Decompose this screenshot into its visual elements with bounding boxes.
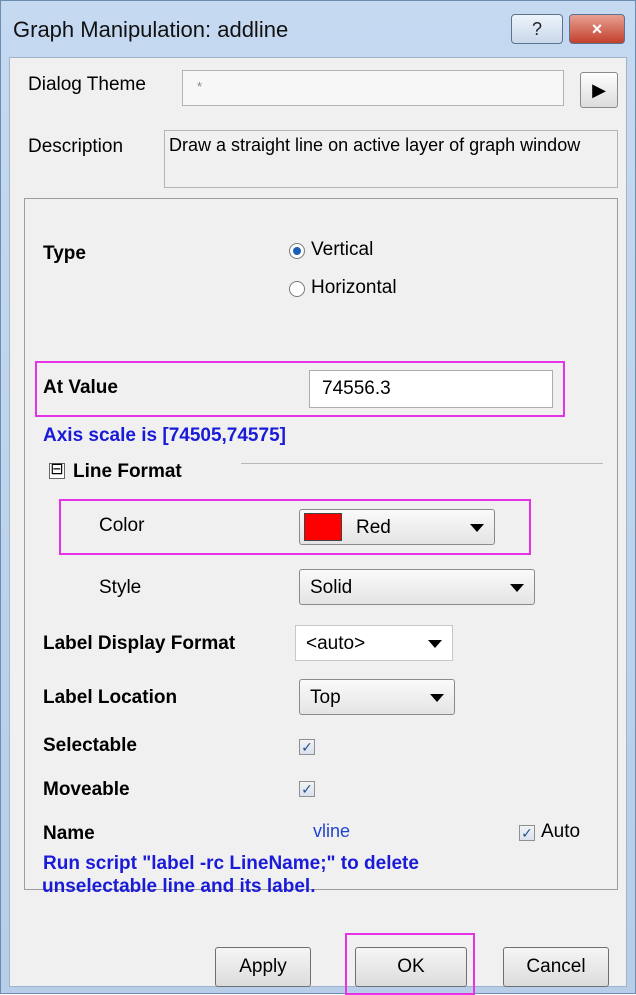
type-label: Type (43, 243, 86, 264)
chevron-down-icon (428, 640, 442, 648)
play-arrow-icon: ▶ (592, 79, 606, 100)
label-location-dropdown[interactable]: Top (299, 679, 455, 715)
name-value[interactable]: vline (313, 821, 350, 842)
apply-button[interactable]: Apply (215, 947, 311, 987)
title-bar[interactable]: Graph Manipulation: addline ? × (1, 1, 635, 63)
dialog-window: Graph Manipulation: addline ? × Dialog T… (0, 0, 636, 995)
selectable-checkbox[interactable]: ✓ (299, 739, 315, 755)
chevron-down-icon (470, 524, 484, 532)
label-display-format-dropdown[interactable]: <auto> (295, 625, 453, 661)
description-text: Draw a straight line on active layer of … (164, 130, 618, 188)
checkmark-icon: ✓ (301, 781, 313, 797)
label-location-label: Label Location (43, 687, 178, 708)
help-icon: ? (531, 18, 542, 39)
auto-label: Auto (541, 821, 581, 842)
line-format-collapse-toggle[interactable]: ⊟ (49, 462, 65, 479)
radio-vertical-label: Vertical (311, 239, 374, 260)
dialog-theme-label: Dialog Theme (28, 74, 146, 95)
checkmark-icon: ✓ (521, 825, 533, 841)
style-label: Style (99, 577, 142, 598)
name-label: Name (43, 823, 95, 844)
label-location-value: Top (310, 687, 341, 708)
color-dropdown[interactable]: Red (299, 509, 495, 545)
at-value-label: At Value (43, 377, 118, 398)
auto-checkbox[interactable]: ✓ (519, 825, 535, 841)
color-label: Color (99, 515, 145, 536)
moveable-label: Moveable (43, 779, 130, 800)
checkmark-icon: ✓ (301, 739, 313, 755)
label-display-format-value: <auto> (306, 633, 366, 654)
chevron-down-icon (430, 694, 444, 702)
style-dropdown-value: Solid (310, 577, 353, 598)
radio-horizontal-label: Horizontal (311, 277, 397, 298)
line-format-section-title: Line Format (73, 461, 182, 482)
radio-vertical[interactable] (289, 243, 305, 259)
moveable-checkbox[interactable]: ✓ (299, 781, 315, 797)
selectable-label: Selectable (43, 735, 137, 756)
radio-horizontal[interactable] (289, 281, 305, 297)
script-note-line1: Run script "label -rc LineName;" to dele… (43, 853, 419, 874)
axis-scale-note: Axis scale is [74505,74575] (43, 425, 286, 446)
at-value-input[interactable]: 74556.3 (309, 370, 553, 408)
help-button[interactable]: ? (511, 14, 563, 44)
color-dropdown-value: Red (356, 517, 391, 538)
style-dropdown[interactable]: Solid (299, 569, 535, 605)
window-title: Graph Manipulation: addline (13, 17, 289, 42)
description-label: Description (28, 136, 124, 157)
close-button[interactable]: × (569, 14, 625, 44)
script-note-line2: unselectable line and its label. (42, 876, 316, 897)
cancel-button[interactable]: Cancel (503, 947, 609, 987)
chevron-down-icon (510, 584, 524, 592)
settings-panel: Type Vertical Horizontal At Value 74556.… (24, 198, 618, 890)
dialog-client-area: Dialog Theme * ▶ Description Draw a stra… (9, 57, 627, 987)
label-display-format-label: Label Display Format (43, 633, 236, 654)
theme-menu-button[interactable]: ▶ (580, 72, 618, 108)
dialog-theme-field[interactable]: * (182, 70, 564, 106)
close-icon: × (591, 18, 603, 39)
section-divider (241, 463, 603, 464)
color-swatch (304, 513, 342, 541)
ok-highlight (345, 933, 475, 995)
